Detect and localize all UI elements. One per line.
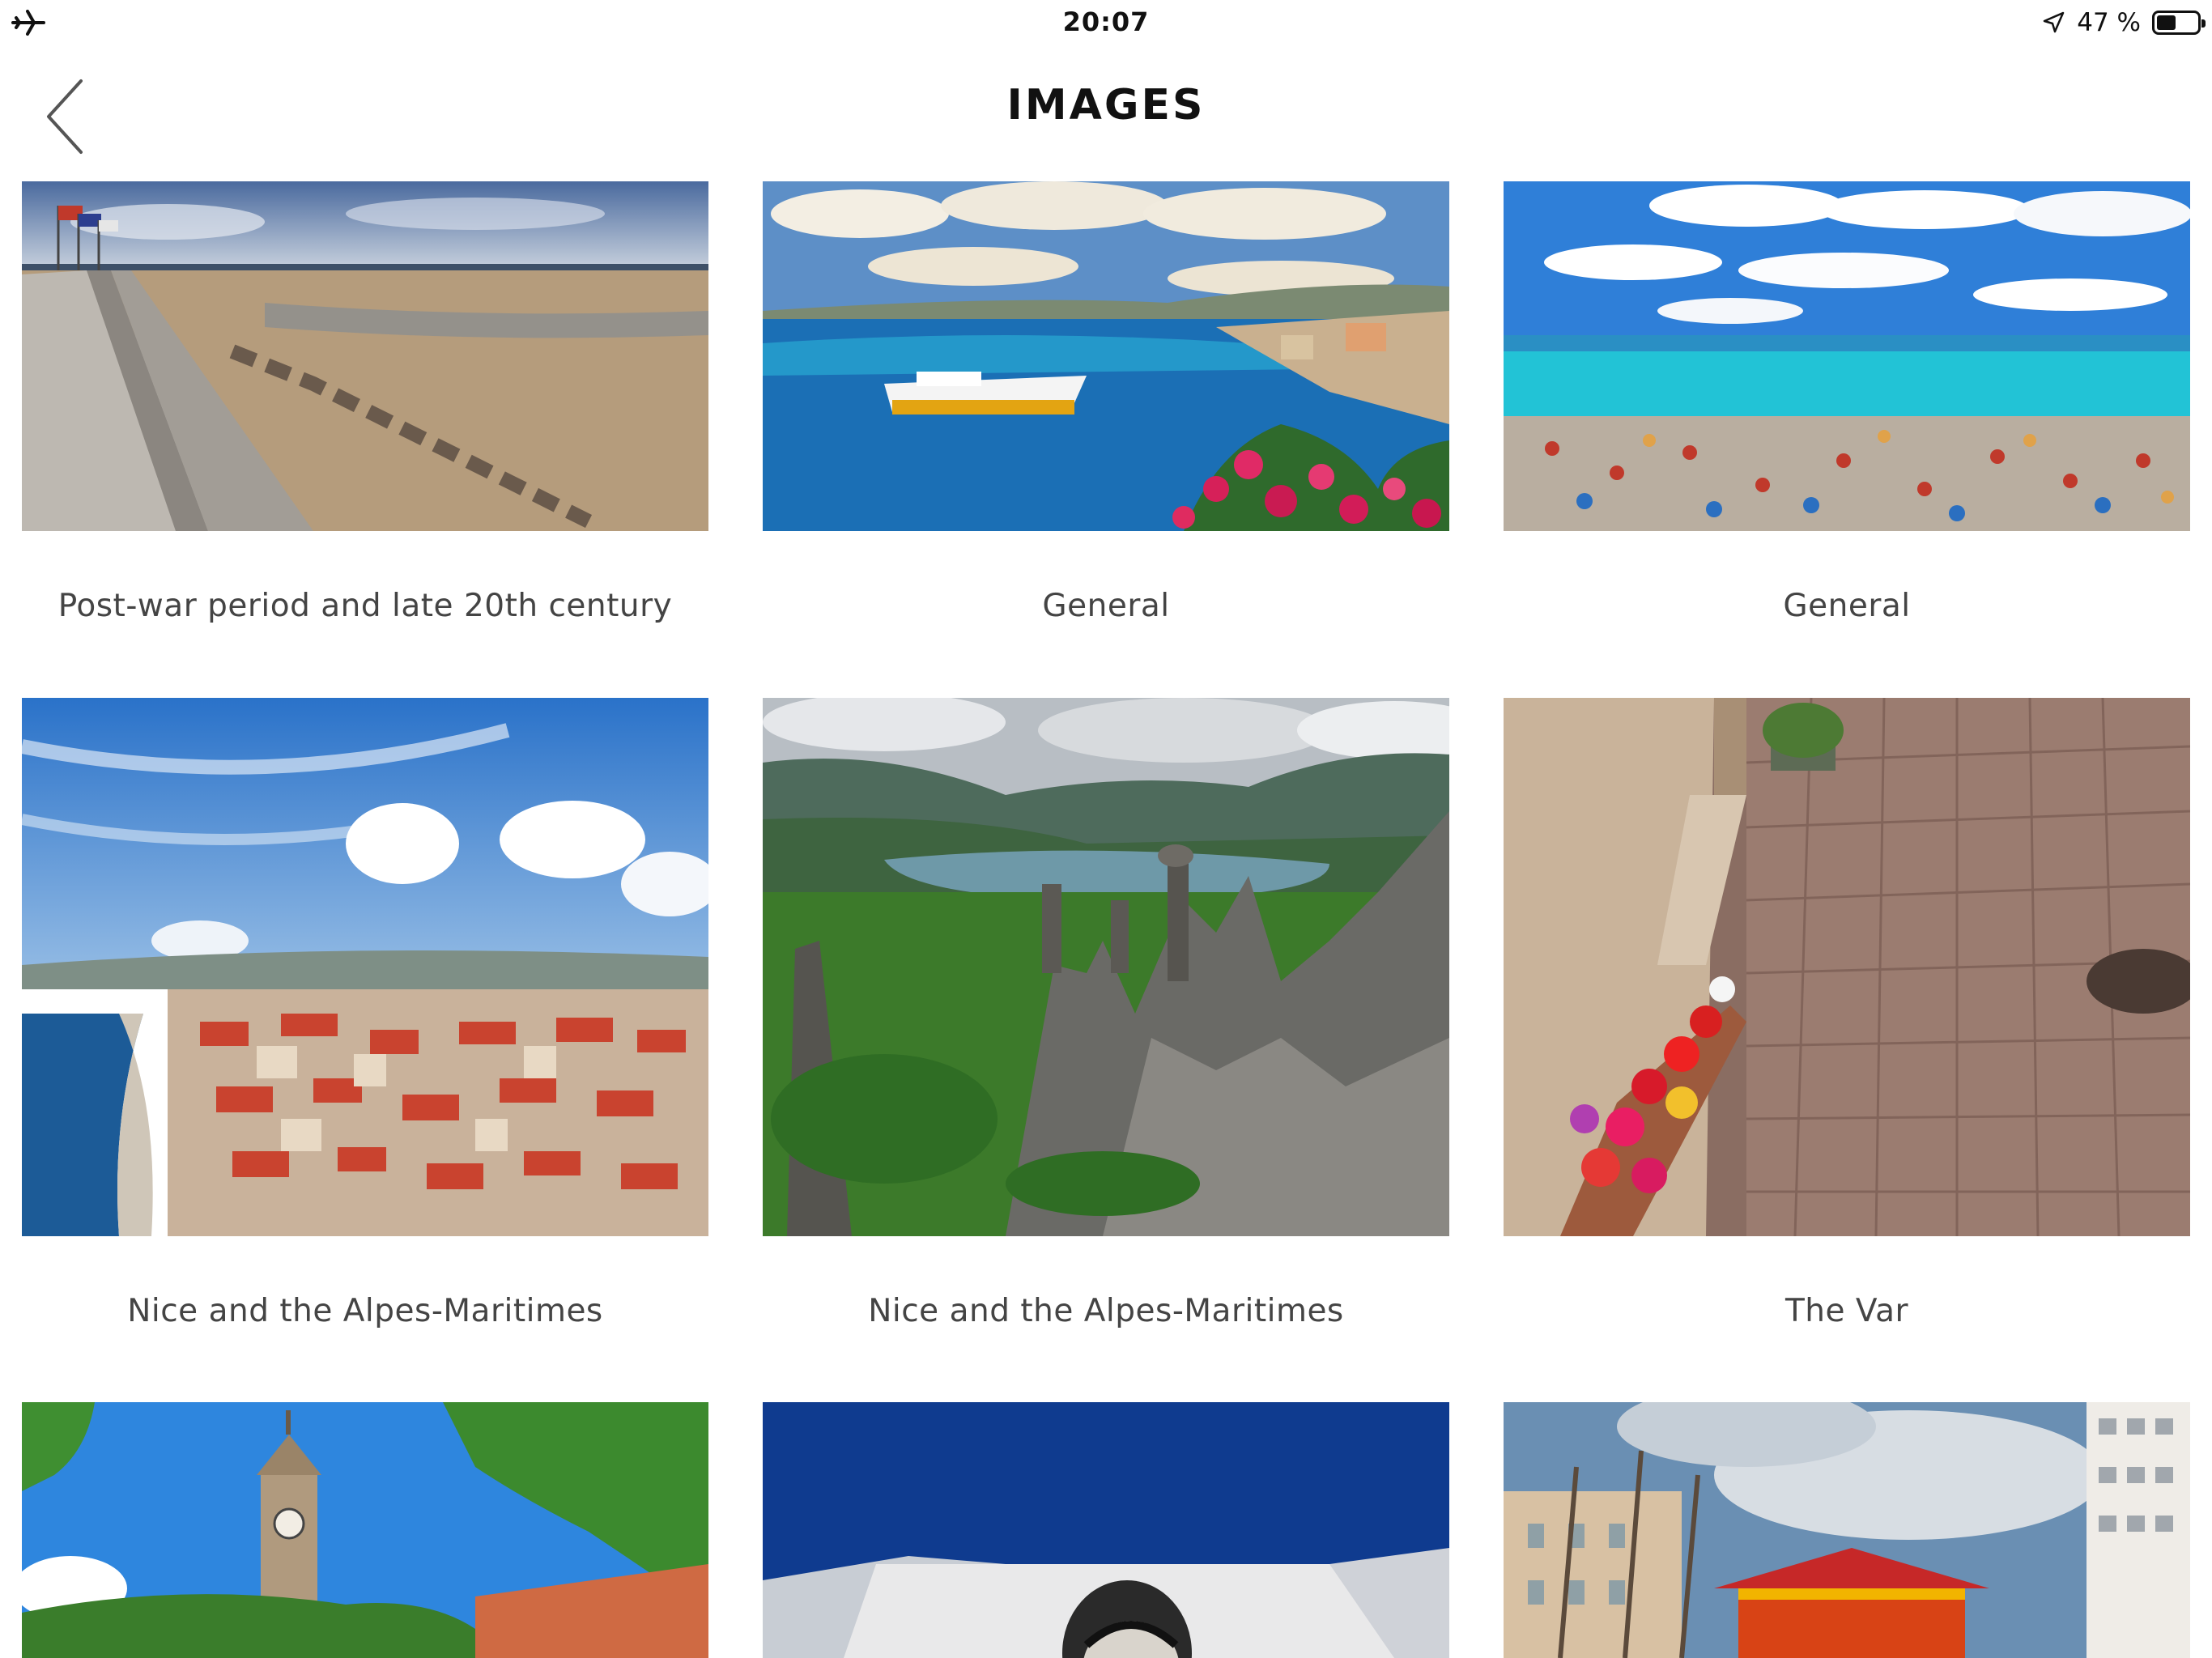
gallery-item[interactable]: General [763, 181, 1449, 624]
gallery-item[interactable]: Nice and the Alpes-Maritimes [763, 698, 1449, 1329]
gallery-caption: General [1042, 588, 1170, 624]
gallery-thumbnail [763, 698, 1449, 1236]
gallery-caption: Nice and the Alpes-Maritimes [127, 1293, 603, 1329]
image-gallery-grid: Post-war period and late 20th century Ge… [0, 0, 2212, 1658]
gallery-item[interactable] [1504, 1402, 2190, 1658]
gallery-item[interactable] [763, 1402, 1449, 1658]
gallery-item[interactable]: The Var [1504, 698, 2190, 1329]
gallery-thumbnail [1504, 698, 2190, 1236]
gallery-item[interactable]: Nice and the Alpes-Maritimes [22, 698, 708, 1329]
gallery-caption: Nice and the Alpes-Maritimes [868, 1293, 1344, 1329]
gallery-thumbnail [22, 1402, 708, 1658]
gallery-caption: General [1783, 588, 1911, 624]
gallery-caption: Post-war period and late 20th century [57, 588, 673, 624]
gallery-item[interactable]: General [1504, 181, 2190, 624]
gallery-caption: The Var [1784, 1293, 1909, 1329]
gallery-thumbnail [22, 698, 708, 1236]
gallery-thumbnail [763, 1402, 1449, 1658]
gallery-item[interactable]: Post-war period and late 20th century [22, 181, 708, 624]
gallery-thumbnail [763, 181, 1449, 531]
gallery-thumbnail [1504, 181, 2190, 531]
gallery-thumbnail [22, 181, 708, 531]
gallery-thumbnail [1504, 1402, 2190, 1658]
gallery-item[interactable] [22, 1402, 708, 1658]
